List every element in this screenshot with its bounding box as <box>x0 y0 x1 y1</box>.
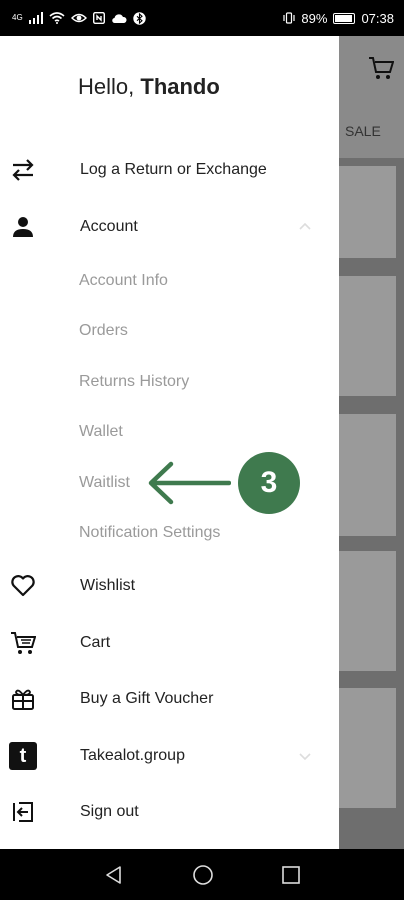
cart-icon <box>10 630 36 656</box>
drawer-subitem-label: Orders <box>79 322 128 339</box>
drawer-item-sign-out[interactable]: Sign out <box>0 792 339 832</box>
drawer-item-log-return[interactable]: Log a Return or Exchange <box>0 150 339 190</box>
drawer-item-label: Log a Return or Exchange <box>80 161 267 178</box>
drawer-item-wishlist[interactable]: Wishlist <box>0 566 339 606</box>
heart-icon <box>10 573 36 599</box>
network-type-label: 4G <box>12 13 23 22</box>
person-icon <box>10 214 36 240</box>
annotation-step-badge: 3 <box>238 452 300 514</box>
gift-icon <box>10 686 36 712</box>
drawer-subitem-account-info[interactable]: Account Info <box>0 261 339 301</box>
status-bar-left: 4G <box>12 11 146 25</box>
android-nav-bar <box>0 849 404 900</box>
background-sale-tab: SALE <box>345 123 381 139</box>
annotation-arrow-icon <box>148 461 231 505</box>
sign-out-icon <box>10 799 36 825</box>
navigation-drawer: Hello, Thando Log a Return or Exchange A… <box>0 36 339 849</box>
drawer-item-takealot-group[interactable]: t Takealot.group <box>0 736 339 776</box>
drawer-subitem-returns-history[interactable]: Returns History <box>0 362 339 402</box>
drawer-subitem-label: Returns History <box>79 373 190 390</box>
drawer-item-account[interactable]: Account <box>0 207 339 247</box>
background-product-tile <box>338 166 396 258</box>
drawer-subitem-label: Waitlist <box>79 474 130 491</box>
user-name: Thando <box>140 74 220 99</box>
eye-icon <box>70 13 87 23</box>
drawer-subitem-label: Wallet <box>79 423 123 440</box>
wifi-icon <box>49 12 65 24</box>
background-header <box>338 36 404 158</box>
drawer-item-gift-voucher[interactable]: Buy a Gift Voucher <box>0 679 339 719</box>
drawer-subitem-notification-settings[interactable]: Notification Settings <box>0 513 339 553</box>
drawer-item-label: Sign out <box>80 803 139 820</box>
back-icon[interactable] <box>104 865 124 885</box>
drawer-item-cart[interactable]: Cart <box>0 623 339 663</box>
chevron-down-icon[interactable] <box>298 749 312 763</box>
drawer-item-label: Cart <box>80 634 111 651</box>
background-product-tile <box>338 551 396 671</box>
cloud-icon <box>111 13 127 23</box>
background-product-tile <box>338 414 396 536</box>
takealot-logo-icon: t <box>9 742 37 770</box>
phone-screen: 4G 89% 07:38 SALE Hello, Thando Log a Re… <box>0 0 404 900</box>
swap-arrows-icon <box>10 157 36 183</box>
greeting-prefix: Hello, <box>78 74 135 99</box>
clock: 07:38 <box>361 10 394 26</box>
takealot-logo-letter: t <box>19 744 27 767</box>
home-icon[interactable] <box>192 864 214 886</box>
greeting: Hello, Thando <box>78 74 220 100</box>
annotation-step-number: 3 <box>260 466 278 499</box>
nfc-icon <box>92 12 105 24</box>
drawer-item-label: Wishlist <box>80 577 136 594</box>
chevron-up-icon[interactable] <box>298 220 312 234</box>
drawer-item-label: Takealot.group <box>80 747 185 764</box>
status-bar: 4G 89% 07:38 <box>0 0 404 36</box>
signal-icon <box>28 12 43 24</box>
vibrate-icon <box>283 12 296 24</box>
drawer-item-label: Account <box>80 218 138 235</box>
recents-icon[interactable] <box>282 865 300 884</box>
battery-percent: 89% <box>301 10 328 26</box>
background-product-tile <box>338 276 396 396</box>
drawer-item-label: Buy a Gift Voucher <box>80 690 214 707</box>
bluetooth-icon <box>132 11 146 25</box>
background-product-tile <box>338 688 396 808</box>
drawer-subitem-label: Notification Settings <box>79 524 221 541</box>
drawer-subitem-orders[interactable]: Orders <box>0 311 339 351</box>
background-cart-icon <box>369 57 394 79</box>
drawer-subitem-wallet[interactable]: Wallet <box>0 412 339 452</box>
battery-icon <box>333 12 356 24</box>
drawer-subitem-label: Account Info <box>79 272 168 289</box>
status-bar-right: 89% 07:38 <box>283 12 394 25</box>
